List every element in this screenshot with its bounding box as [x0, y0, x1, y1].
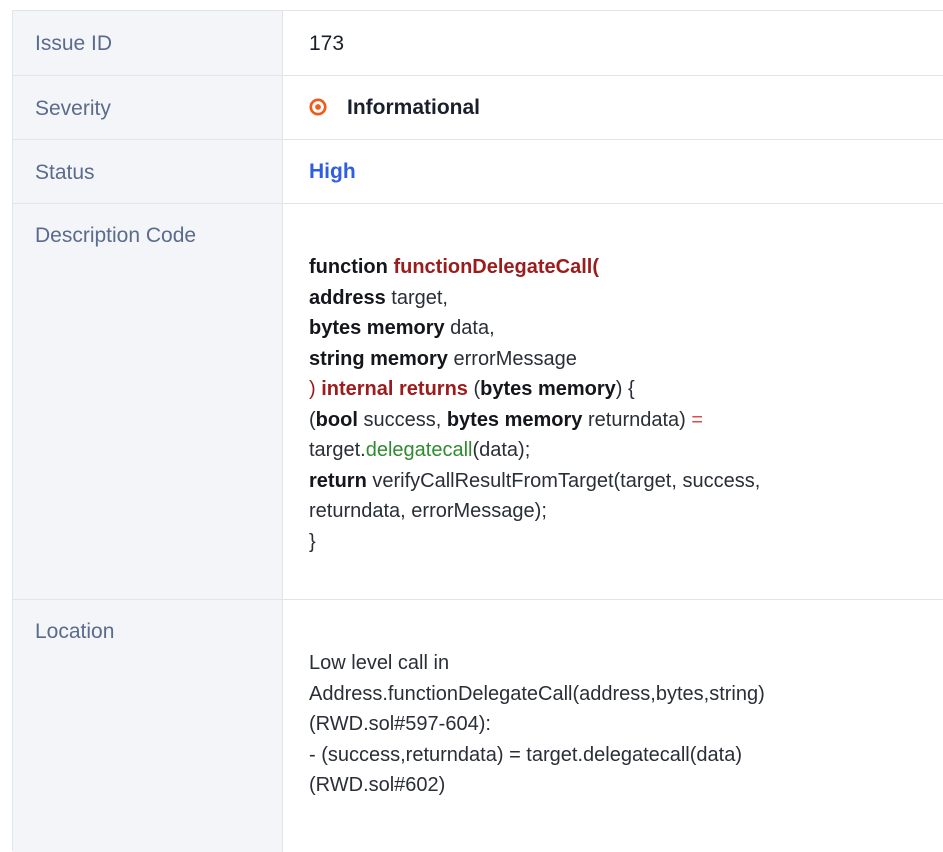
location-line: Low level call in — [309, 652, 450, 674]
status-label: Status — [35, 161, 95, 184]
label-cell: Status — [13, 140, 283, 203]
code-line: ) internal returns (bytes memory) { — [309, 374, 760, 405]
code-line: target.delegatecall(data); — [309, 435, 760, 466]
location-row: Location Low level call in Address.functi… — [13, 600, 943, 852]
location-line: (RWD.sol#597-604): — [309, 713, 491, 735]
code-token: } — [309, 530, 316, 553]
code-token: target, — [385, 286, 448, 309]
code-line: returndata, errorMessage); — [309, 496, 760, 527]
code-token: address — [309, 286, 386, 309]
code-token: = — [691, 408, 704, 431]
code-token: functionDelegateCall — [393, 256, 593, 278]
code-token: returndata, errorMessage); — [309, 500, 547, 522]
code-line: string memory errorMessage — [309, 344, 760, 375]
code-token: bytes memory — [446, 408, 583, 431]
code-token: returndata) — [582, 408, 692, 431]
code-line: return verifyCallResultFromTarget(target… — [309, 466, 760, 497]
code-token: success, — [357, 408, 447, 431]
code-token: data, — [444, 317, 495, 339]
code-token: errorMessage — [447, 347, 577, 370]
issue-table: Issue ID 173 Severity Informational Stat… — [12, 10, 943, 852]
code-line: } — [309, 527, 760, 558]
code-token: verifyCallResultFromTarget(target, succe… — [366, 469, 761, 492]
code-line: bytes memory data, — [309, 313, 760, 344]
severity-value: Informational — [347, 96, 481, 119]
code-token: ) { — [615, 378, 635, 400]
location-line: (RWD.sol#602) — [309, 774, 446, 796]
code-token: ( — [467, 378, 481, 400]
code-token: ( — [309, 408, 316, 431]
severity-row: Severity Informational — [13, 76, 943, 140]
issue-id-value: 173 — [309, 32, 345, 55]
code-token: bytes memory — [309, 317, 445, 339]
code-token: ) — [309, 378, 322, 400]
label-cell: Description Code — [13, 204, 283, 599]
code-token: return — [309, 469, 367, 492]
code-token: delegatecall — [365, 439, 473, 461]
status-row: Status High — [13, 140, 943, 204]
issue-id-row: Issue ID 173 — [13, 11, 943, 76]
code-token: bool — [315, 408, 358, 431]
code-line: address target, — [309, 283, 760, 314]
label-cell: Location — [13, 600, 283, 852]
label-cell: Issue ID — [13, 11, 283, 75]
code-token: string memory — [309, 347, 448, 370]
code-token: bytes memory — [480, 378, 616, 400]
description-code-label: Description Code — [35, 224, 197, 247]
code-token: ( — [592, 256, 600, 278]
severity-label: Severity — [35, 97, 111, 120]
location-text: Low level call in Address.functionDelegat… — [309, 648, 765, 801]
issue-id-label: Issue ID — [35, 32, 113, 55]
code-line: function functionDelegateCall( — [309, 252, 760, 283]
code-line: (bool success, bytes memory returndata) … — [309, 405, 760, 436]
target-icon — [309, 98, 327, 116]
description-code-row: Description Code function functionDelega… — [13, 204, 943, 600]
location-line: Address.functionDelegateCall(address,byt… — [309, 682, 765, 705]
code-token: function — [309, 256, 388, 278]
code-token: target. — [309, 439, 366, 461]
label-cell: Severity — [13, 76, 283, 139]
code-snippet: function functionDelegateCall(address ta… — [309, 252, 760, 557]
status-value: High — [309, 160, 356, 183]
location-label: Location — [35, 620, 115, 643]
code-token: internal returns — [321, 378, 468, 400]
location-line: - (success,returndata) = target.delegate… — [309, 743, 742, 766]
code-token: (data); — [472, 439, 531, 461]
